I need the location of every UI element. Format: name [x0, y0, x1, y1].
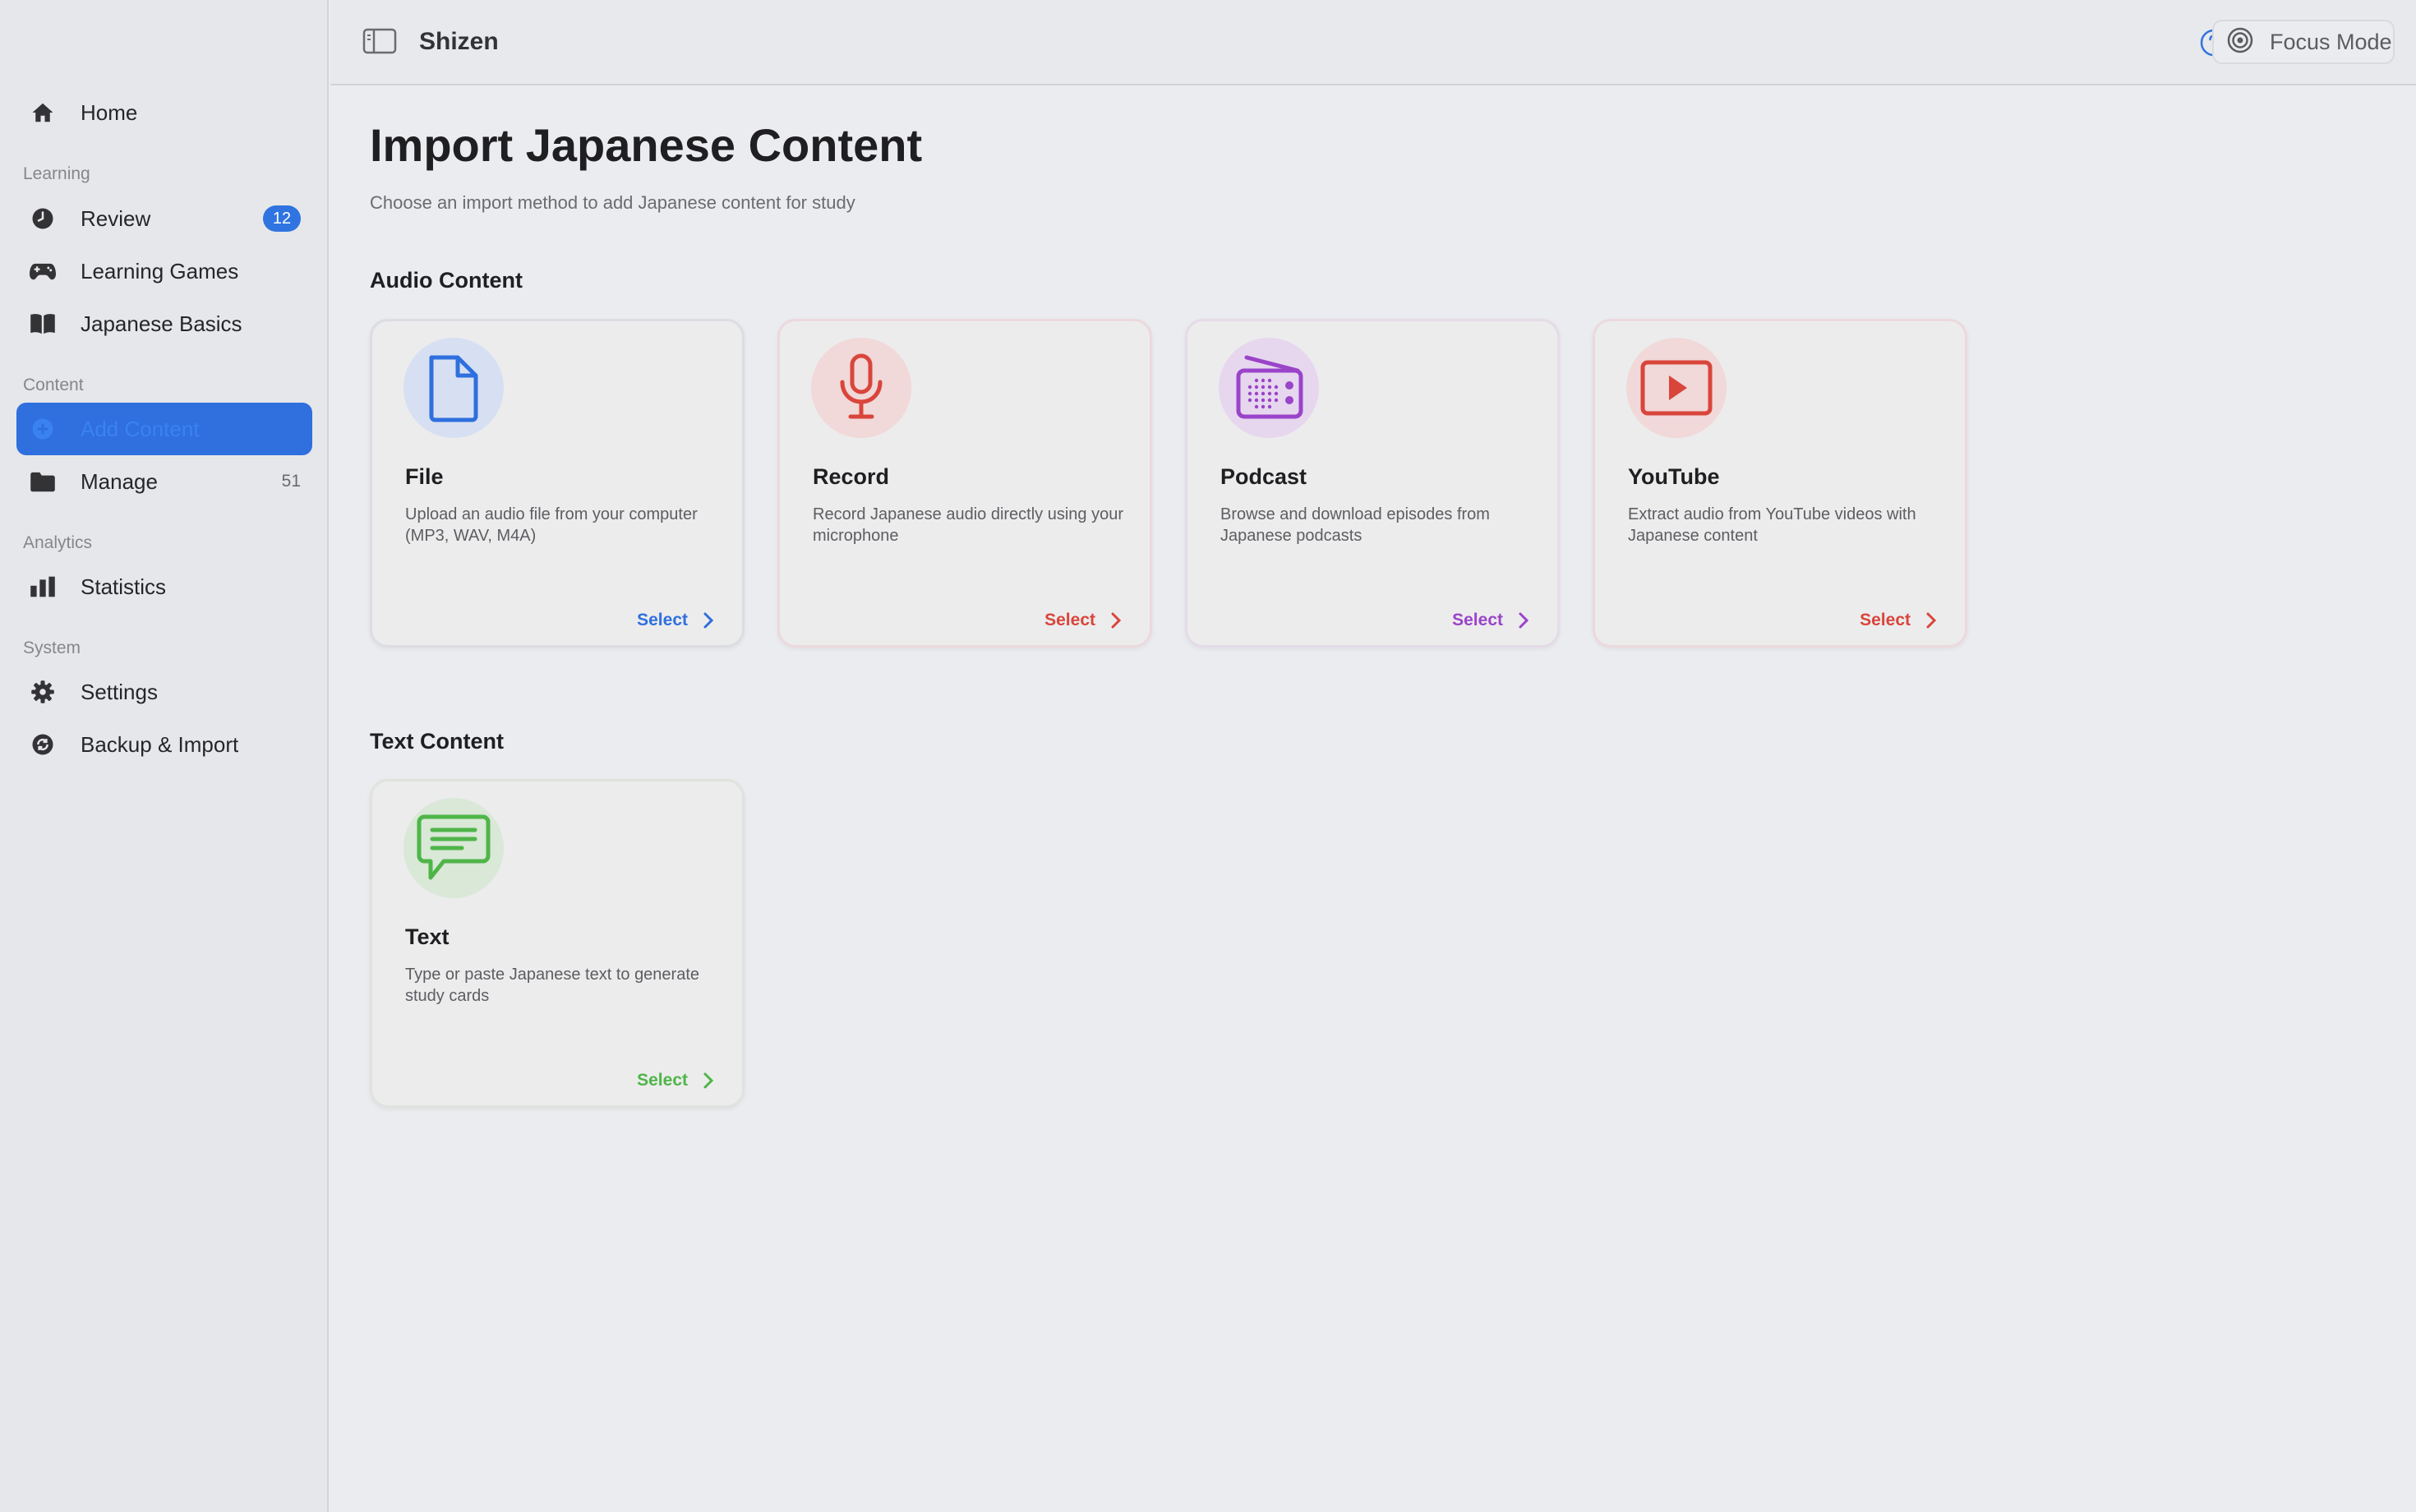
app-title: Shizen — [419, 28, 499, 55]
import-card-text[interactable]: Text Type or paste Japanese text to gene… — [370, 779, 745, 1108]
sync-circle-icon — [30, 731, 56, 758]
sidebar-item-add-content[interactable]: Add Content — [16, 403, 312, 455]
import-card-record[interactable]: Record Record Japanese audio directly us… — [777, 319, 1152, 648]
gear-icon — [30, 679, 56, 705]
sidebar-item-label: Backup & Import — [81, 731, 239, 757]
import-card-file[interactable]: File Upload an audio file from your comp… — [370, 319, 745, 648]
chevron-right-icon — [703, 612, 714, 629]
section-label-content: Content — [23, 376, 84, 394]
radio-icon — [1219, 338, 1319, 438]
select-button[interactable]: Select — [1860, 611, 1937, 630]
import-card-podcast[interactable]: Podcast Browse and download episodes fro… — [1185, 319, 1560, 648]
sidebar-toggle-icon[interactable] — [362, 26, 398, 56]
sidebar-item-label: Review — [81, 205, 151, 231]
play-video-icon — [1626, 338, 1727, 438]
plus-circle-icon — [30, 416, 56, 442]
select-label: Select — [1044, 611, 1095, 629]
sidebar-item-learning-games[interactable]: Learning Games — [16, 245, 312, 297]
chevron-right-icon — [703, 1072, 714, 1089]
microphone-icon — [811, 338, 911, 438]
sidebar-item-statistics[interactable]: Statistics — [16, 560, 312, 613]
import-card-youtube[interactable]: YouTube Extract audio from YouTube video… — [1593, 319, 1967, 648]
section-heading-text: Text Content — [370, 729, 504, 754]
card-title: YouTube — [1628, 464, 1720, 489]
sidebar: Home Learning Review 12 Learning Games J… — [0, 0, 329, 1512]
sidebar-item-home[interactable]: Home — [16, 86, 312, 139]
card-description: Upload an audio file from your computer … — [405, 505, 698, 545]
sidebar-item-japanese-basics[interactable]: Japanese Basics — [16, 297, 312, 350]
card-description: Type or paste Japanese text to generate … — [405, 966, 700, 1005]
chevron-right-icon — [1111, 612, 1122, 629]
house-icon — [30, 99, 56, 126]
sidebar-item-label: Japanese Basics — [81, 311, 242, 336]
select-label: Select — [1860, 611, 1911, 629]
bar-chart-icon — [30, 574, 56, 600]
select-label: Select — [1452, 611, 1503, 629]
sidebar-item-manage[interactable]: Manage 51 — [16, 455, 312, 508]
card-title: File — [405, 464, 444, 489]
card-description: Record Japanese audio directly using you… — [813, 505, 1123, 545]
page-subtitle: Choose an import method to add Japanese … — [370, 192, 855, 213]
manage-count: 51 — [281, 472, 301, 491]
select-label: Select — [637, 611, 688, 629]
select-button[interactable]: Select — [1452, 611, 1529, 630]
sidebar-item-label: Statistics — [81, 574, 167, 599]
section-label-system: System — [23, 638, 81, 657]
speech-bubble-icon — [403, 798, 504, 898]
select-button[interactable]: Select — [637, 611, 714, 630]
folder-icon — [30, 468, 56, 495]
card-title: Record — [813, 464, 890, 489]
app-window: Home Learning Review 12 Learning Games J… — [0, 0, 2416, 1512]
focus-mode-button[interactable]: Focus Mode — [2212, 20, 2395, 64]
sidebar-item-label: Settings — [81, 679, 158, 704]
chevron-right-icon — [1519, 612, 1529, 629]
sidebar-item-review[interactable]: Review 12 — [16, 192, 312, 245]
sidebar-item-label: Add Content — [81, 416, 200, 441]
toolbar: Shizen Focus Mode — [330, 0, 2416, 85]
sidebar-item-label: Manage — [81, 468, 158, 494]
card-description: Browse and download episodes from Japane… — [1220, 505, 1490, 545]
sidebar-item-label: Home — [81, 99, 138, 125]
section-label-learning: Learning — [23, 164, 90, 183]
sidebar-item-backup-import[interactable]: Backup & Import — [16, 718, 312, 771]
review-count-badge: 12 — [263, 205, 301, 232]
select-button[interactable]: Select — [1044, 611, 1122, 630]
page-title: Import Japanese Content — [370, 119, 923, 171]
book-icon — [30, 311, 56, 337]
section-heading-audio: Audio Content — [370, 268, 523, 293]
clock-icon — [30, 205, 56, 232]
select-button[interactable]: Select — [637, 1071, 714, 1090]
target-icon — [2225, 25, 2255, 59]
focus-mode-label: Focus Mode — [2270, 29, 2392, 54]
sidebar-item-label: Learning Games — [81, 258, 239, 284]
gamepad-icon — [30, 258, 56, 284]
select-label: Select — [637, 1071, 688, 1090]
card-description: Extract audio from YouTube videos with J… — [1628, 505, 1916, 545]
sidebar-item-settings[interactable]: Settings — [16, 666, 312, 718]
card-title: Text — [405, 924, 450, 949]
section-label-analytics: Analytics — [23, 533, 93, 552]
card-title: Podcast — [1220, 464, 1307, 489]
chevron-right-icon — [1926, 612, 1937, 629]
document-icon — [403, 338, 504, 438]
